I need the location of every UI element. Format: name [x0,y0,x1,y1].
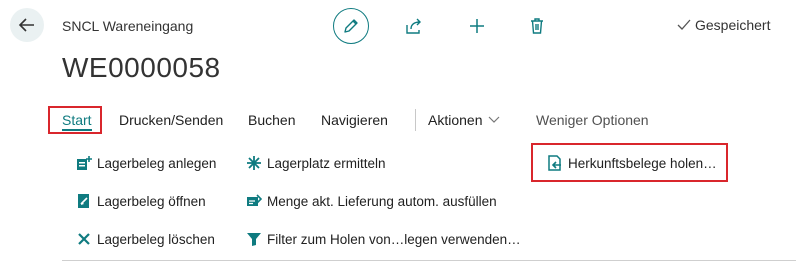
get-source-documents-label: Herkunftsbelege holen… [568,155,717,171]
create-warehouse-doc-label: Lagerbeleg anlegen [97,155,217,171]
tab-print-send[interactable]: Drucken/Senden [119,112,223,128]
get-source-documents-icon [547,155,563,171]
calculate-bin-label: Lagerplatz ermitteln [267,155,386,171]
delete-warehouse-doc-action[interactable]: Lagerbeleg löschen [76,231,215,247]
delete-button[interactable] [526,15,548,37]
autofill-qty-icon [246,193,262,209]
filter-icon [246,231,262,247]
divider-line [62,260,796,261]
autofill-qty-label: Menge akt. Lieferung autom. ausfüllen [267,193,497,209]
filter-source-docs-action[interactable]: Filter zum Holen von…legen verwenden… [246,231,521,247]
share-button[interactable] [403,15,425,37]
open-warehouse-doc-action[interactable]: Lagerbeleg öffnen [76,193,206,209]
chevron-down-icon [489,116,500,123]
tab-start[interactable]: Start [62,112,92,128]
delete-warehouse-doc-label: Lagerbeleg löschen [97,231,215,247]
open-document-icon [76,193,92,209]
plus-icon [470,19,484,33]
share-icon [406,18,421,34]
tab-navigate[interactable]: Navigieren [321,112,388,128]
autofill-qty-action[interactable]: Menge akt. Lieferung autom. ausfüllen [246,193,497,209]
calculate-bin-icon [246,155,262,171]
tab-post[interactable]: Buchen [248,112,295,128]
edit-button[interactable] [333,8,369,44]
trash-icon [531,18,543,34]
delete-x-icon [76,231,92,247]
document-number: WE0000058 [62,52,221,83]
menu-divider [415,109,416,131]
create-document-icon [76,155,92,171]
actions-menu-label: Aktionen [428,112,483,128]
filter-source-docs-label: Filter zum Holen von…legen verwenden… [267,231,521,247]
fewer-options-button[interactable]: Weniger Optionen [536,112,649,128]
pencil-icon [344,19,358,33]
open-warehouse-doc-label: Lagerbeleg öffnen [97,193,206,209]
back-button[interactable] [10,8,44,42]
page-caption: SNCL Wareneingang [62,18,194,34]
saved-status: Gespeichert [677,17,770,33]
calculate-bin-action[interactable]: Lagerplatz ermitteln [246,155,386,171]
tab-start-underline [62,129,92,131]
get-source-documents-action[interactable]: Herkunftsbelege holen… [547,155,717,171]
arrow-left-icon [18,18,34,32]
create-warehouse-doc-action[interactable]: Lagerbeleg anlegen [76,155,216,171]
check-icon [677,19,691,30]
saved-status-label: Gespeichert [695,17,771,33]
add-button[interactable] [466,15,488,37]
actions-menu[interactable]: Aktionen [428,112,500,128]
